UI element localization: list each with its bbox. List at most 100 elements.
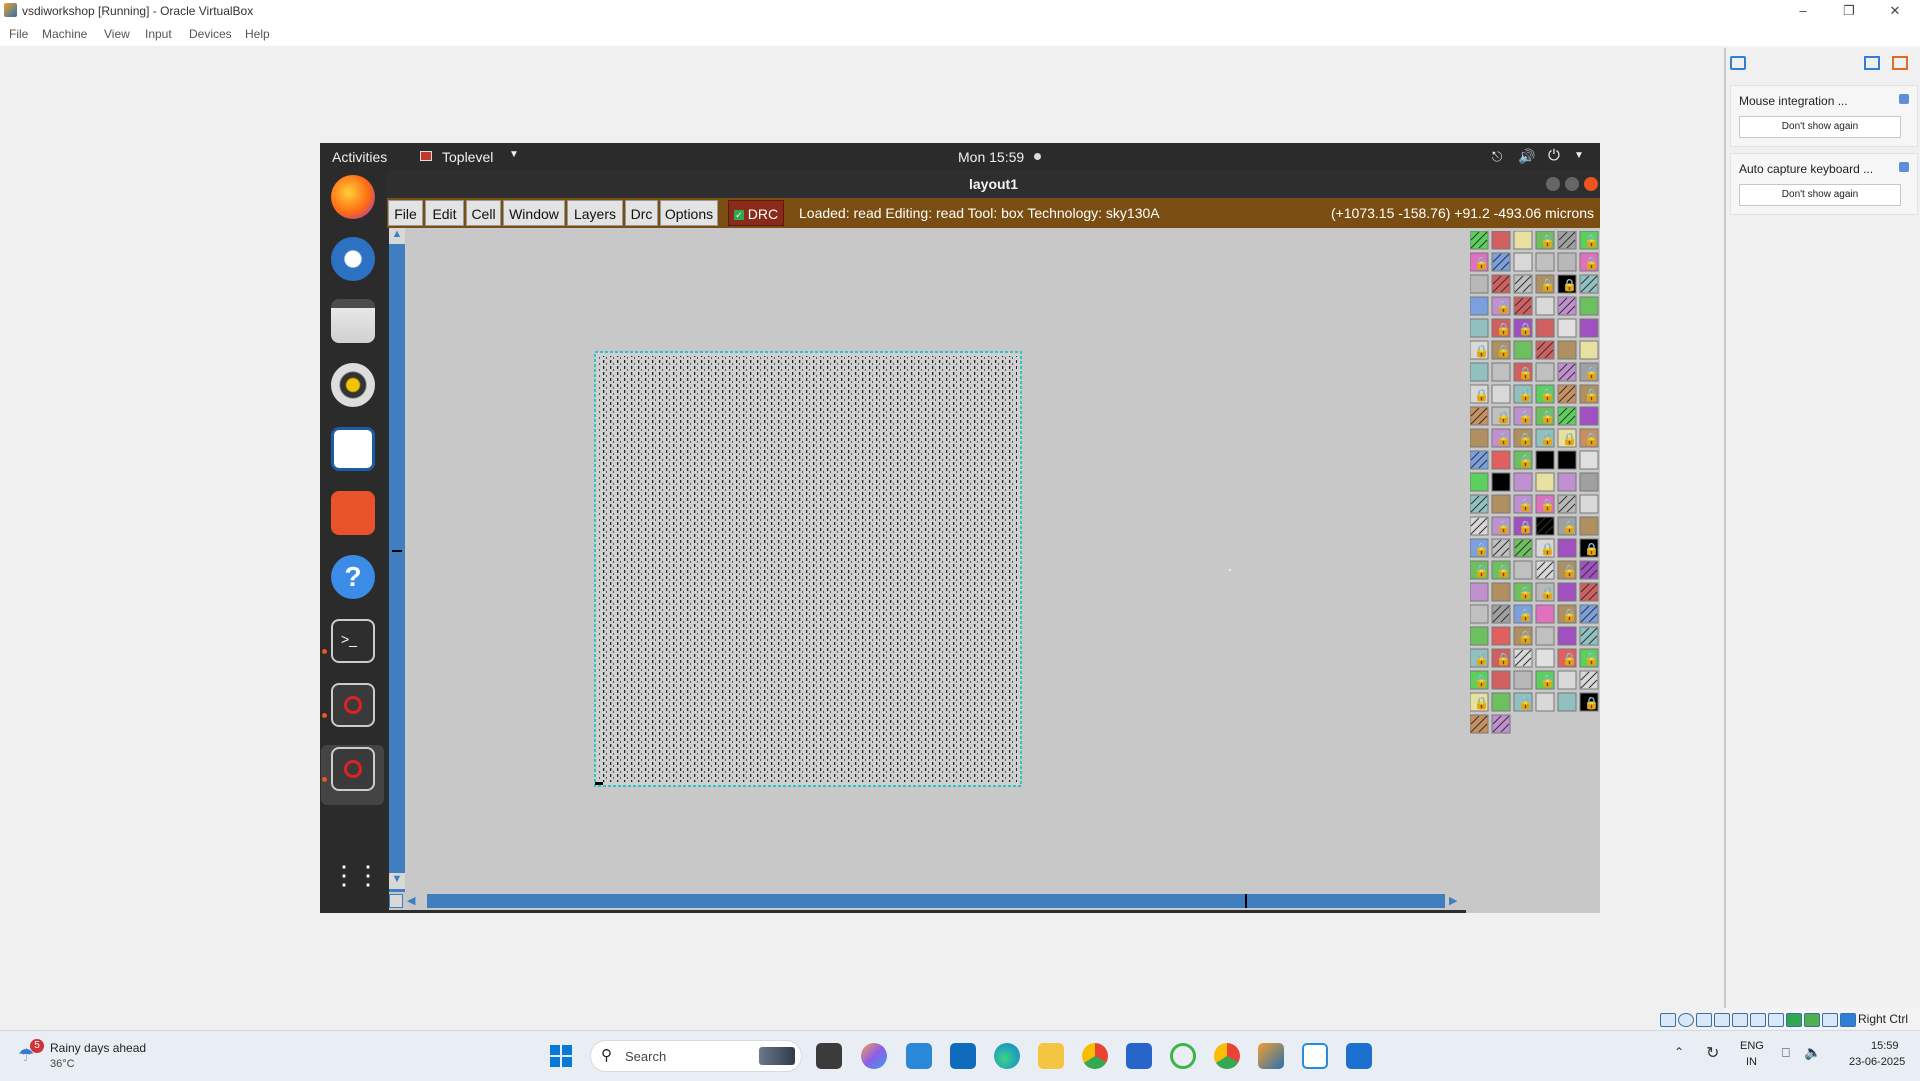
menu-file[interactable]: File xyxy=(9,27,28,41)
layer-tile[interactable] xyxy=(1470,274,1489,294)
layer-tile[interactable] xyxy=(1535,362,1555,382)
optical-drive-icon[interactable] xyxy=(1678,1013,1694,1027)
layer-tile[interactable] xyxy=(1535,692,1555,712)
task-view-icon[interactable] xyxy=(816,1043,842,1069)
magic-menu-file[interactable]: File xyxy=(388,200,423,226)
show-hidden-icons-chevron-icon[interactable]: ⌃ xyxy=(1674,1045,1684,1059)
mouse-integration-icon[interactable] xyxy=(1822,1013,1838,1027)
language-bottom[interactable]: IN xyxy=(1746,1056,1757,1068)
weather-title[interactable]: Rainy days ahead xyxy=(50,1041,146,1055)
scroll-track[interactable] xyxy=(427,894,1445,908)
scroll-down-arrow-icon[interactable]: ▼ xyxy=(389,873,405,889)
horizontal-scrollbar[interactable]: ◀ ▶ xyxy=(389,892,1466,910)
power-icon[interactable]: ⏻ xyxy=(1548,147,1560,164)
notification-close-icon[interactable] xyxy=(1899,94,1909,104)
layer-tile[interactable] xyxy=(1579,516,1599,536)
terminal-icon[interactable]: >_ xyxy=(331,619,375,663)
layer-tile[interactable] xyxy=(1491,450,1511,470)
magic-window-icon[interactable] xyxy=(331,683,375,727)
menu-machine[interactable]: Machine xyxy=(42,27,87,41)
sync-icon[interactable]: ↻ xyxy=(1706,1043,1719,1063)
layer-tile[interactable] xyxy=(1470,472,1489,492)
layer-tile[interactable] xyxy=(1470,296,1489,316)
scroll-thumb[interactable] xyxy=(1245,894,1247,908)
edge-icon[interactable] xyxy=(994,1043,1020,1069)
rhythmbox-icon[interactable] xyxy=(331,363,375,407)
scroll-thumb[interactable] xyxy=(392,550,402,552)
layer-tile[interactable] xyxy=(1557,626,1577,646)
layer-tile[interactable] xyxy=(1557,538,1577,558)
layer-tile[interactable] xyxy=(1535,296,1555,316)
layer-tile[interactable] xyxy=(1579,406,1599,426)
layer-tile[interactable] xyxy=(1470,604,1489,624)
vertical-scrollbar[interactable]: ▲ ▼ xyxy=(389,228,405,892)
magic-menu-cell[interactable]: Cell xyxy=(466,200,501,226)
chrome-icon[interactable] xyxy=(1082,1043,1108,1069)
magic-menu-window[interactable]: Window xyxy=(503,200,565,226)
writer-icon[interactable] xyxy=(331,427,375,471)
usb-icon[interactable] xyxy=(1732,1013,1748,1027)
layer-tile[interactable] xyxy=(1557,472,1577,492)
menu-input[interactable]: Input xyxy=(145,27,172,41)
layer-tile[interactable] xyxy=(1535,472,1555,492)
restore-button[interactable]: ❐ xyxy=(1826,0,1872,22)
layer-tile[interactable] xyxy=(1470,428,1489,448)
layer-tile[interactable] xyxy=(1535,450,1555,470)
maximize-button[interactable] xyxy=(1565,177,1579,191)
layer-tile[interactable] xyxy=(1491,494,1511,514)
start-icon[interactable] xyxy=(550,1045,572,1067)
layer-tile[interactable] xyxy=(1535,252,1555,272)
hard-disk-icon[interactable] xyxy=(1660,1013,1676,1027)
activities-button[interactable]: Activities xyxy=(332,149,387,165)
layer-tile[interactable] xyxy=(1535,318,1555,338)
vscode-icon[interactable] xyxy=(1302,1043,1328,1069)
taskbar-time[interactable]: 15:59 xyxy=(1871,1040,1899,1052)
layer-tile[interactable] xyxy=(1470,582,1489,602)
settings-icon[interactable] xyxy=(1892,56,1908,70)
outlook-icon[interactable] xyxy=(950,1043,976,1069)
paint-icon[interactable] xyxy=(1346,1043,1372,1069)
layer-tile[interactable] xyxy=(1557,692,1577,712)
layer-tile[interactable] xyxy=(1557,340,1577,360)
store-icon[interactable] xyxy=(1126,1043,1152,1069)
dont-show-again-button[interactable]: Don't show again xyxy=(1739,116,1901,138)
volume-icon[interactable]: 🔊 xyxy=(1518,148,1535,165)
layer-tile[interactable] xyxy=(1470,626,1489,646)
taskbar-date[interactable]: 23-06-2025 xyxy=(1849,1056,1905,1068)
firefox-icon[interactable] xyxy=(331,175,375,219)
network-adapter-icon[interactable] xyxy=(1714,1013,1730,1027)
magic-menu-edit[interactable]: Edit xyxy=(425,200,464,226)
layer-tile[interactable] xyxy=(1535,626,1555,646)
audio-icon[interactable] xyxy=(1696,1013,1712,1027)
layer-tile[interactable] xyxy=(1513,472,1533,492)
layer-tile[interactable] xyxy=(1579,450,1599,470)
layer-tile[interactable] xyxy=(1557,252,1577,272)
recording-icon[interactable] xyxy=(1786,1013,1802,1027)
system-menu-chevron-icon[interactable]: ▼ xyxy=(1574,150,1584,161)
minimize-button[interactable]: – xyxy=(1780,0,1826,22)
keyboard-capture-icon[interactable] xyxy=(1840,1013,1856,1027)
desktop-icon[interactable] xyxy=(906,1043,932,1069)
layer-tile[interactable] xyxy=(1491,362,1511,382)
chevron-down-icon[interactable]: ▼ xyxy=(509,149,519,160)
network-icon[interactable]: ⎋ xyxy=(1492,149,1502,165)
layer-tile[interactable] xyxy=(1513,252,1533,272)
layer-tile[interactable] xyxy=(1579,472,1599,492)
drc-toggle[interactable]: ✓ DRC xyxy=(728,200,784,226)
guest-additions-icon[interactable] xyxy=(1804,1013,1820,1027)
layer-tile[interactable] xyxy=(1491,670,1511,690)
taskbar-search[interactable]: ⚲ Search xyxy=(590,1040,802,1072)
thunderbird-icon[interactable] xyxy=(331,237,375,281)
layer-tile[interactable] xyxy=(1557,450,1577,470)
layer-tile[interactable] xyxy=(1535,604,1555,624)
display-icon[interactable] xyxy=(1768,1013,1784,1027)
layer-tile[interactable] xyxy=(1513,231,1533,250)
layer-tile[interactable] xyxy=(1579,340,1599,360)
layer-tile[interactable] xyxy=(1513,560,1533,580)
chrome-profile-icon[interactable] xyxy=(1214,1043,1240,1069)
scroll-up-arrow-icon[interactable]: ▲ xyxy=(389,228,405,244)
refresh-app-icon[interactable] xyxy=(1170,1043,1196,1069)
layer-tile[interactable] xyxy=(1557,582,1577,602)
layer-tile[interactable] xyxy=(1491,472,1511,492)
menu-help[interactable]: Help xyxy=(245,27,270,41)
